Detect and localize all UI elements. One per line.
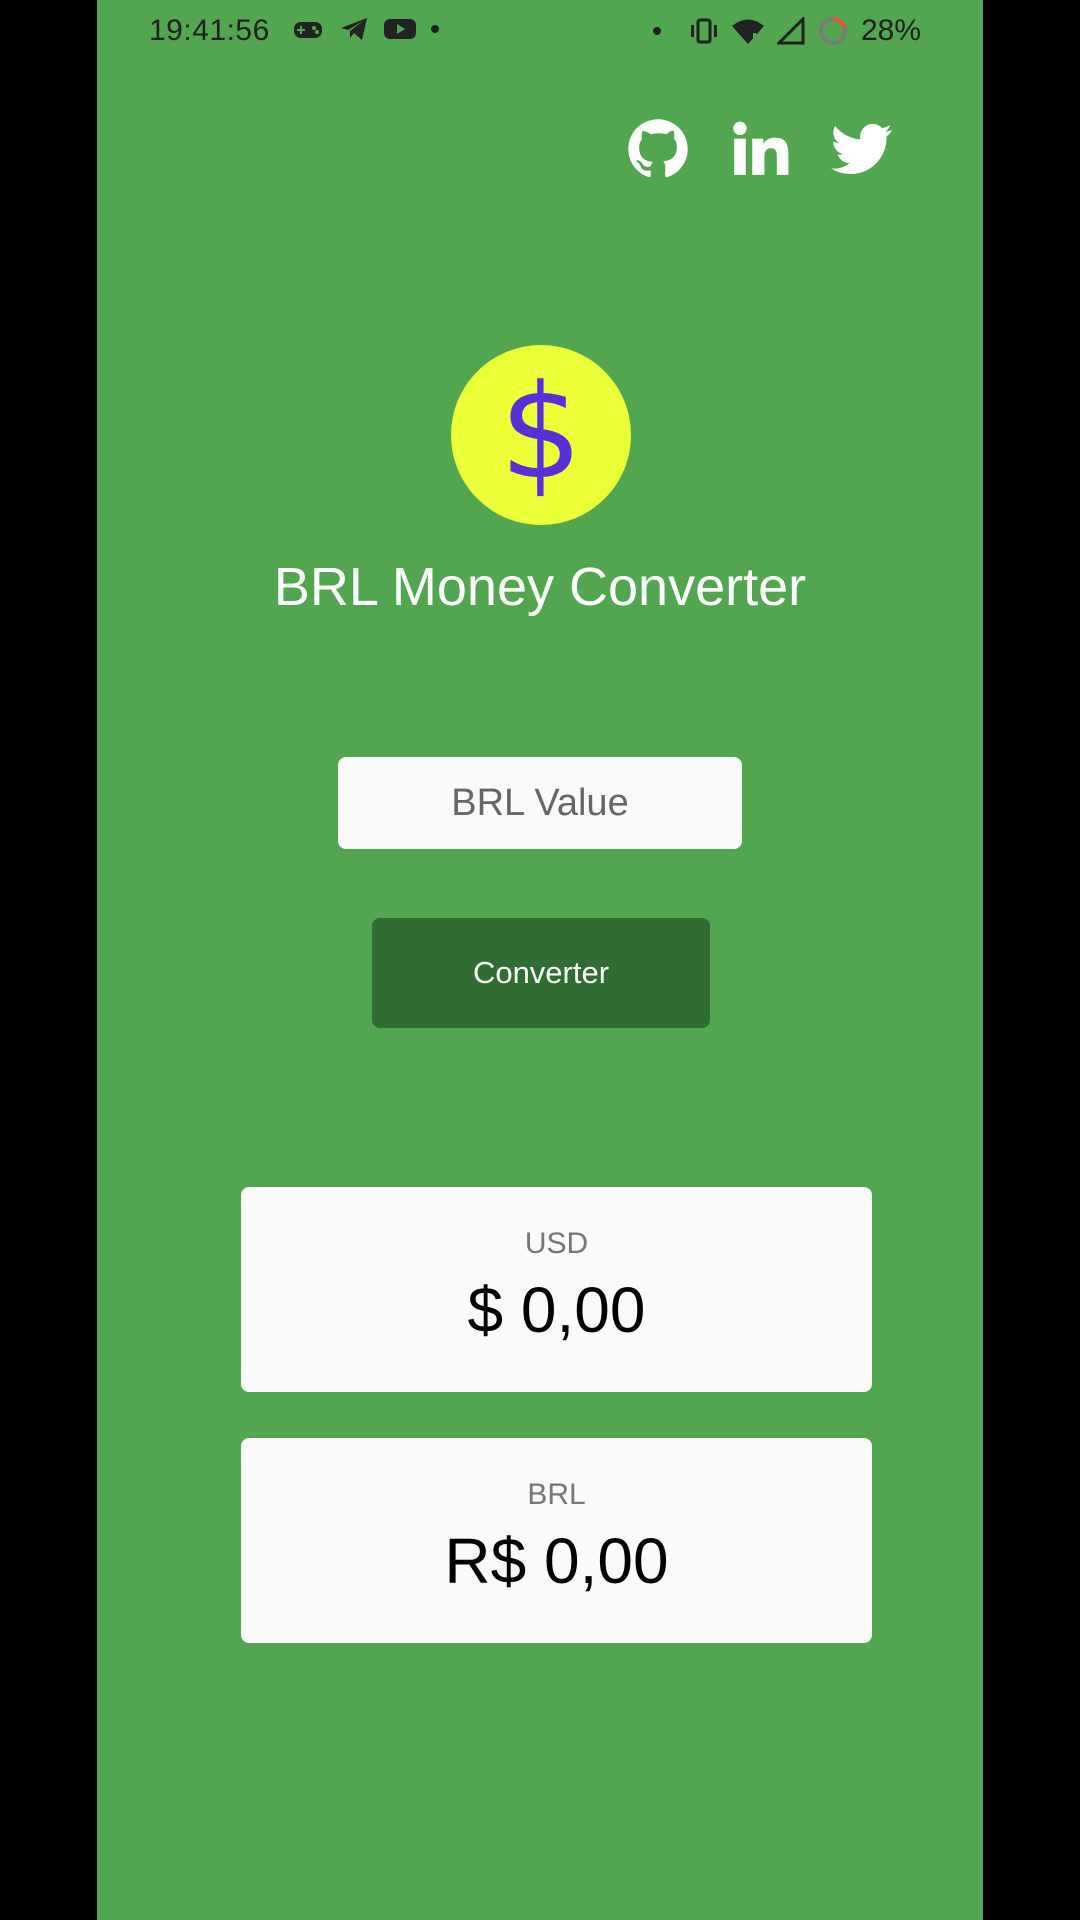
brl-label: BRL (527, 1478, 586, 1511)
app-logo: $ (451, 345, 631, 525)
page-title: BRL Money Converter (273, 557, 807, 617)
brl-value-input[interactable] (338, 757, 742, 849)
usd-value: $ 0,00 (467, 1274, 646, 1346)
brl-result-card: BRL R$ 0,00 (241, 1438, 872, 1643)
usd-label: USD (524, 1227, 589, 1260)
notification-dot-icon (431, 25, 439, 33)
vibrate-icon (690, 18, 717, 44)
brl-value: R$ 0,00 (444, 1525, 669, 1597)
convert-button[interactable]: Converter (372, 918, 710, 1028)
status-right-icons: 28% (652, 14, 921, 48)
wifi-icon (731, 19, 764, 44)
youtube-icon (384, 19, 416, 39)
status-bar: 19:41:56 28% (97, 0, 983, 66)
battery-percentage: 28% (860, 14, 921, 47)
battery-ring-icon (818, 17, 847, 45)
status-left-icons (293, 16, 439, 42)
notification-dot-icon (652, 27, 661, 35)
usd-result-card: USD $ 0,00 (241, 1187, 872, 1392)
telegram-icon (341, 18, 367, 40)
social-links (627, 118, 893, 180)
github-icon[interactable] (627, 118, 689, 180)
app-screen: 19:41:56 28% $ BRL Money Converter BRL V… (97, 0, 983, 1920)
dollar-icon: $ (499, 356, 583, 508)
twitter-icon[interactable] (831, 118, 893, 180)
linkedin-icon[interactable] (729, 118, 791, 180)
status-time: 19:41:56 (149, 14, 270, 47)
signal-icon (776, 17, 805, 45)
game-controller-icon (294, 22, 322, 38)
